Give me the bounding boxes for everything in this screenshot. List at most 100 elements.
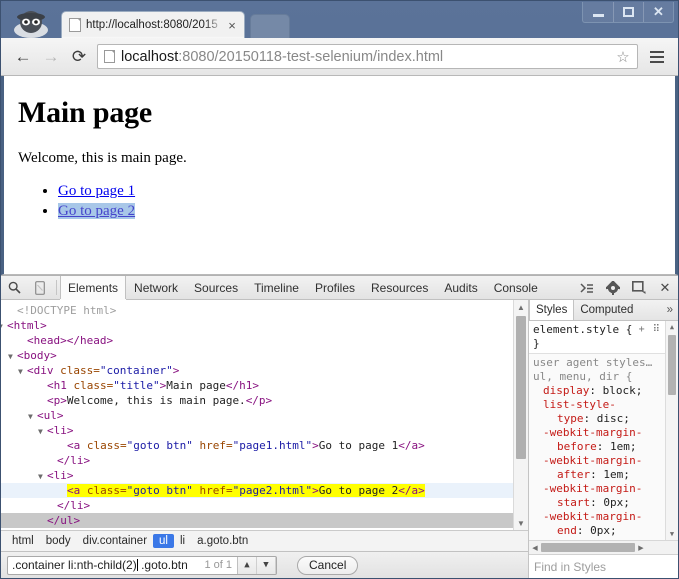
- expand-arrow-icon[interactable]: ▼: [1, 319, 3, 334]
- tab-audits[interactable]: Audits: [436, 276, 485, 299]
- dom-scrollbar[interactable]: ▲ ▼: [513, 300, 528, 530]
- expand-arrow-icon[interactable]: ▼: [18, 364, 23, 379]
- browser-tab[interactable]: http://localhost:8080/2015 ×: [61, 11, 245, 38]
- styles-scrollbar[interactable]: ▲ ▼: [665, 321, 678, 540]
- dom-node-line[interactable]: <p>Welcome, this is main page.</p>: [1, 393, 513, 408]
- hscrollbar-thumb[interactable]: [541, 543, 635, 552]
- style-declaration[interactable]: display: block;: [533, 384, 661, 398]
- expand-arrow-icon[interactable]: ▼: [38, 424, 43, 439]
- dom-node-line[interactable]: ▼ <body>: [1, 348, 513, 363]
- breadcrumb-item-li[interactable]: li: [174, 534, 191, 548]
- more-tabs-icon[interactable]: »: [662, 300, 678, 320]
- scroll-down-icon[interactable]: ▼: [514, 516, 528, 530]
- dom-node-line[interactable]: <a class="goto btn" href="page1.html">Go…: [1, 438, 513, 453]
- find-field[interactable]: .container li:nth-child(2) .goto.btn 1 o…: [7, 555, 277, 575]
- declaration-property: -webkit-margin-: [543, 454, 643, 467]
- breadcrumb-item-a-goto-btn[interactable]: a.goto.btn: [191, 534, 254, 548]
- link-goto-page-2[interactable]: Go to page 2: [58, 203, 136, 219]
- breadcrumb-item-div-container[interactable]: div.container: [77, 534, 153, 548]
- tab-timeline[interactable]: Timeline: [246, 276, 307, 299]
- scroll-up-icon[interactable]: ▲: [514, 300, 528, 314]
- rule-selector: ul, menu, dir {: [533, 370, 633, 383]
- tab-elements[interactable]: Elements: [60, 276, 127, 299]
- styles-scroll-up-icon[interactable]: ▲: [666, 321, 678, 333]
- dom-node-line[interactable]: ▼ <div class="container">: [1, 363, 513, 378]
- dom-token: <a: [67, 439, 87, 452]
- new-tab-button[interactable]: [250, 14, 290, 38]
- expand-arrow-icon[interactable]: ▼: [38, 469, 43, 484]
- dom-node-line[interactable]: ▼ <li>: [1, 423, 513, 438]
- breadcrumb-item-html[interactable]: html: [6, 534, 40, 548]
- url-host: localhost: [121, 48, 179, 65]
- drawer-toggle-icon[interactable]: [574, 276, 600, 299]
- element-style-close: }: [533, 337, 540, 350]
- expand-arrow-icon[interactable]: ▼: [28, 409, 33, 424]
- find-next-button[interactable]: ▼: [257, 556, 276, 574]
- address-bar[interactable]: localhost:8080/20150118-test-selenium/in…: [97, 44, 638, 69]
- styles-scrollbar-thumb[interactable]: [668, 335, 676, 395]
- hscroll-left-icon[interactable]: ◀: [529, 544, 541, 552]
- dom-node-line[interactable]: </div>: [1, 528, 513, 530]
- dom-node-line[interactable]: <a class="goto btn" href="page2.html">Go…: [1, 483, 513, 498]
- dom-node-line[interactable]: <head></head>: [1, 333, 513, 348]
- style-declaration[interactable]: start: 0px;: [533, 496, 661, 510]
- style-declaration[interactable]: end: 0px;: [533, 524, 661, 538]
- tab-resources[interactable]: Resources: [363, 276, 436, 299]
- dom-node-line[interactable]: </li>: [1, 453, 513, 468]
- tab-computed[interactable]: Computed: [574, 300, 639, 320]
- dom-token: Go to page 1: [318, 439, 399, 452]
- expand-arrow-icon[interactable]: ▼: [8, 349, 13, 364]
- tab-profiles[interactable]: Profiles: [307, 276, 363, 299]
- device-icon[interactable]: [27, 276, 53, 299]
- dom-node-content: <!DOCTYPE html>: [17, 304, 116, 317]
- breadcrumb-item-body[interactable]: body: [40, 534, 77, 548]
- gear-icon[interactable]: [600, 276, 626, 299]
- maximize-button[interactable]: [613, 2, 643, 22]
- tab-network[interactable]: Network: [126, 276, 186, 299]
- scrollbar-thumb[interactable]: [516, 316, 526, 459]
- reload-icon[interactable]: ⟳: [65, 43, 93, 71]
- style-declaration[interactable]: -webkit-margin-: [533, 482, 661, 496]
- close-window-button[interactable]: ✕: [643, 2, 673, 22]
- dom-token: href=: [192, 484, 233, 497]
- dom-node-line[interactable]: </li>: [1, 498, 513, 513]
- menu-icon[interactable]: [644, 44, 670, 70]
- style-tools-icons[interactable]: + ⠿: [639, 323, 661, 337]
- dom-node-line[interactable]: <!DOCTYPE html>: [1, 303, 513, 318]
- style-declaration[interactable]: list-style-: [533, 398, 661, 412]
- star-icon[interactable]: ☆: [613, 48, 633, 66]
- forward-icon[interactable]: →: [37, 43, 65, 71]
- dom-node-line[interactable]: ▼ <html>: [1, 318, 513, 333]
- tab-sources[interactable]: Sources: [186, 276, 246, 299]
- search-input[interactable]: .container li:nth-child(2) .goto.btn: [8, 558, 199, 572]
- style-declaration[interactable]: type: disc;: [533, 412, 661, 426]
- search-icon[interactable]: [1, 276, 27, 299]
- close-devtools-icon[interactable]: ✕: [652, 276, 678, 299]
- styles-horizontal-scrollbar[interactable]: ◀ ▶: [529, 540, 678, 554]
- back-icon[interactable]: ←: [9, 43, 37, 71]
- page-info-icon[interactable]: [104, 50, 115, 63]
- breadcrumb-item-ul[interactable]: ul: [153, 534, 174, 548]
- dom-node-line[interactable]: <h1 class="title">Main page</h1>: [1, 378, 513, 393]
- link-goto-page-1[interactable]: Go to page 1: [58, 183, 135, 199]
- style-declaration[interactable]: -webkit-margin-: [533, 426, 661, 440]
- style-declaration[interactable]: -webkit-margin-: [533, 510, 661, 524]
- dom-node-line[interactable]: ▼ <ul>: [1, 408, 513, 423]
- find-prev-button[interactable]: ▲: [238, 556, 257, 574]
- style-declaration[interactable]: before: 1em;: [533, 440, 661, 454]
- dock-position-icon[interactable]: [626, 276, 652, 299]
- dom-node-line[interactable]: ▼ <li>: [1, 468, 513, 483]
- dom-node-line[interactable]: </ul>: [1, 513, 513, 528]
- dom-tree[interactable]: <!DOCTYPE html> ▼ <html> <head></head> ▼ <bod…: [1, 300, 513, 530]
- close-icon[interactable]: ×: [224, 17, 240, 33]
- tab-console[interactable]: Console: [486, 276, 546, 299]
- style-declaration[interactable]: after: 1em;: [533, 468, 661, 482]
- find-in-styles-input[interactable]: Find in Styles: [529, 554, 678, 578]
- element-style-block[interactable]: element.style { } + ⠿: [529, 321, 665, 354]
- tab-styles[interactable]: Styles: [529, 300, 575, 320]
- styles-scroll-down-icon[interactable]: ▼: [666, 528, 678, 540]
- hscroll-right-icon[interactable]: ▶: [635, 544, 647, 552]
- minimize-button[interactable]: [583, 2, 613, 22]
- style-declaration[interactable]: -webkit-margin-: [533, 454, 661, 468]
- cancel-button[interactable]: Cancel: [297, 555, 359, 575]
